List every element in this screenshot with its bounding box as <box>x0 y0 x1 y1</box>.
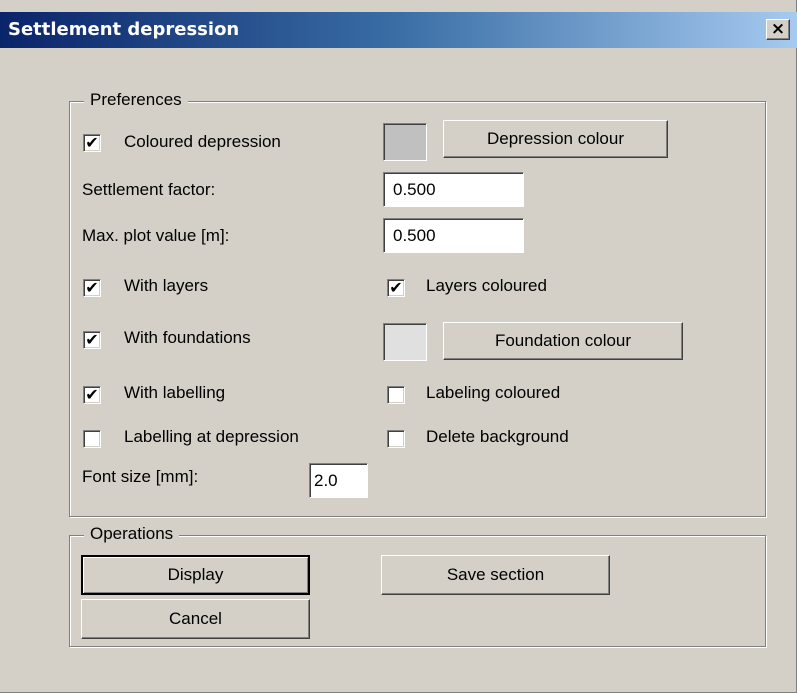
labelling-at-depression-label: Labelling at depression <box>124 427 299 446</box>
checkmark-icon: ✔ <box>389 278 403 297</box>
font-size-value: 2.0 <box>314 471 338 490</box>
operations-legend: Operations <box>84 524 180 544</box>
layers-coloured-checkbox[interactable]: ✔ <box>387 279 405 297</box>
foundation-colour-button-label: Foundation colour <box>494 331 632 350</box>
font-size-input[interactable]: 2.0 <box>309 463 368 498</box>
settlement-depression-dialog: Settlement depression × Preferences ✔ Co… <box>0 0 797 693</box>
close-icon: × <box>770 19 786 39</box>
save-section-button-label: Save section <box>446 565 545 584</box>
with-foundations-checkbox[interactable]: ✔ <box>83 331 101 349</box>
with-layers-checkbox[interactable]: ✔ <box>83 279 101 297</box>
coloured-depression-checkbox[interactable]: ✔ <box>83 134 101 152</box>
foundation-colour-button[interactable]: Foundation colour <box>443 322 683 360</box>
max-plot-value-input[interactable]: 0.500 <box>383 218 524 253</box>
with-labelling-checkbox[interactable]: ✔ <box>83 386 101 404</box>
labeling-coloured-checkbox[interactable] <box>387 386 405 404</box>
with-layers-label: With layers <box>124 276 209 295</box>
checkmark-icon: ✔ <box>85 278 99 297</box>
display-button-label: Display <box>167 565 224 584</box>
coloured-depression-label: Coloured depression <box>124 132 281 151</box>
checkmark-icon: ✔ <box>85 330 99 349</box>
with-labelling-label: With labelling <box>124 383 226 402</box>
settlement-factor-label: Settlement factor: <box>82 180 216 199</box>
close-button[interactable]: × <box>766 19 790 40</box>
max-plot-value-label: Max. plot value [m]: <box>82 226 230 245</box>
depression-colour-button-label: Depression colour <box>486 129 624 148</box>
font-size-label: Font size [mm]: <box>82 467 199 486</box>
labelling-at-depression-checkbox[interactable] <box>83 430 101 448</box>
cancel-button-label: Cancel <box>169 609 222 628</box>
display-button[interactable]: Display <box>81 555 310 595</box>
layers-coloured-label: Layers coloured <box>426 276 547 295</box>
preferences-group: Preferences <box>69 90 766 517</box>
checkmark-icon: ✔ <box>85 385 99 404</box>
settlement-factor-value: 0.500 <box>393 180 436 199</box>
max-plot-value-value: 0.500 <box>393 226 436 245</box>
settlement-factor-input[interactable]: 0.500 <box>383 172 524 207</box>
depression-colour-button[interactable]: Depression colour <box>443 120 668 158</box>
title-bar[interactable]: Settlement depression × <box>0 12 797 48</box>
labeling-coloured-label: Labeling coloured <box>426 383 561 402</box>
preferences-legend: Preferences <box>84 90 188 110</box>
delete-background-label: Delete background <box>426 427 569 446</box>
depression-colour-swatch <box>383 123 427 161</box>
delete-background-checkbox[interactable] <box>387 430 405 448</box>
checkmark-icon: ✔ <box>85 133 99 152</box>
cancel-button[interactable]: Cancel <box>81 599 310 639</box>
dialog-title: Settlement depression <box>8 19 240 40</box>
foundation-colour-swatch <box>383 323 427 361</box>
save-section-button[interactable]: Save section <box>381 555 610 595</box>
with-foundations-label: With foundations <box>124 328 251 347</box>
